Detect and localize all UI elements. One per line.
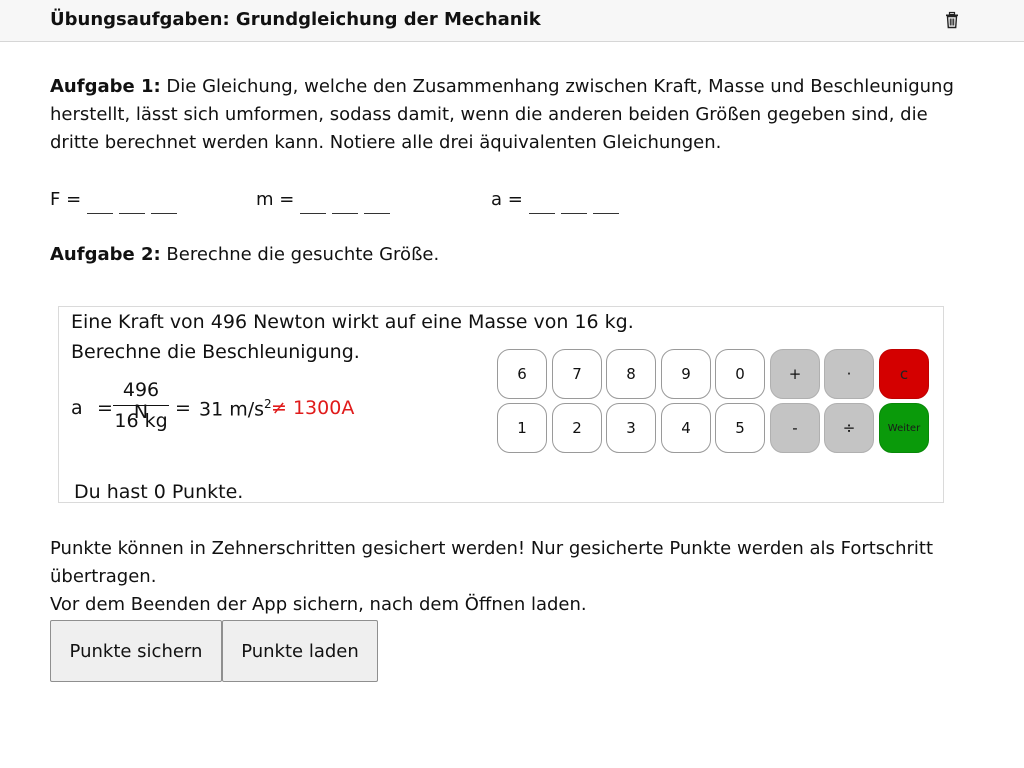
key-next[interactable]: Weiter (879, 403, 929, 453)
equation-a-lhs: a = (491, 189, 523, 210)
blank-slot[interactable] (332, 189, 359, 214)
key-2[interactable]: 2 (552, 403, 602, 453)
key-5[interactable]: 5 (715, 403, 765, 453)
formula-numerator: 496 N (113, 379, 169, 423)
key-7[interactable]: 7 (552, 349, 602, 399)
formula-variable: a (71, 397, 83, 419)
key-plus[interactable]: + (770, 349, 820, 399)
equation-a: a = (491, 186, 619, 214)
save-points-button[interactable]: Punkte sichern (50, 620, 222, 682)
blank-slot[interactable] (151, 189, 178, 214)
blank-slot[interactable] (119, 189, 146, 214)
blank-slot[interactable] (560, 189, 587, 214)
key-multiply[interactable]: · (824, 349, 874, 399)
key-minus[interactable]: - (770, 403, 820, 453)
header-bar: Übungsaufgaben: Grundgleichung der Mecha… (0, 0, 1024, 42)
key-3[interactable]: 3 (606, 403, 656, 453)
key-8[interactable]: 8 (606, 349, 656, 399)
key-1[interactable]: 1 (497, 403, 547, 453)
blank-slot[interactable] (592, 189, 619, 214)
formula-equals: = (97, 397, 113, 419)
equation-F-lhs: F = (50, 189, 82, 210)
info-text-1: Punkte können in Zehnerschritten gesiche… (50, 538, 934, 587)
blank-slot[interactable] (87, 189, 114, 214)
equation-m-lhs: m = (256, 189, 295, 210)
key-9[interactable]: 9 (661, 349, 711, 399)
formula-equals-2: = (175, 397, 191, 419)
trash-icon[interactable] (943, 11, 961, 29)
task2-text: Aufgabe 2: Berechne die gesuchte Größe. (50, 241, 980, 269)
formula-wrong-answer: ≠ 1300A (271, 397, 355, 419)
key-0[interactable]: 0 (715, 349, 765, 399)
score-text: Du hast 0 Punkte. (74, 481, 244, 503)
task1-text: Aufgabe 1: Die Gleichung, welche den Zus… (50, 73, 980, 157)
formula-denominator: 16 kg (114, 410, 168, 432)
key-6[interactable]: 6 (497, 349, 547, 399)
blank-slot[interactable] (364, 189, 391, 214)
calculator-applet: Eine Kraft von 496 Newton wirkt auf eine… (58, 306, 944, 503)
task1-label: Aufgabe 1: (50, 76, 161, 97)
formula: a = 496 N 16 kg = 31 m/s2 ≠ 1300A (71, 379, 491, 439)
task2-label: Aufgabe 2: (50, 244, 161, 265)
task2-description: Berechne die gesuchte Größe. (160, 244, 440, 265)
formula-result: 31 m/s2 (199, 397, 272, 420)
formula-fraction: 496 N 16 kg (113, 379, 169, 432)
equation-F: F = (50, 186, 178, 214)
equation-m: m = (256, 186, 391, 214)
load-points-button[interactable]: Punkte laden (222, 620, 378, 682)
applet-question-line1: Eine Kraft von 496 Newton wirkt auf eine… (71, 311, 634, 333)
blank-slot[interactable] (300, 189, 327, 214)
key-divide[interactable]: ÷ (824, 403, 874, 453)
blank-slot[interactable] (528, 189, 555, 214)
applet-question-line2: Berechne die Beschleunigung. (71, 341, 360, 363)
info-text-2: Vor dem Beenden der App sichern, nach de… (50, 594, 587, 615)
page-title: Übungsaufgaben: Grundgleichung der Mecha… (50, 9, 541, 30)
task1-description: Die Gleichung, welche den Zusammenhang z… (50, 76, 954, 153)
key-4[interactable]: 4 (661, 403, 711, 453)
key-clear[interactable]: c (879, 349, 929, 399)
formula-result-value: 31 m/s (199, 398, 265, 421)
